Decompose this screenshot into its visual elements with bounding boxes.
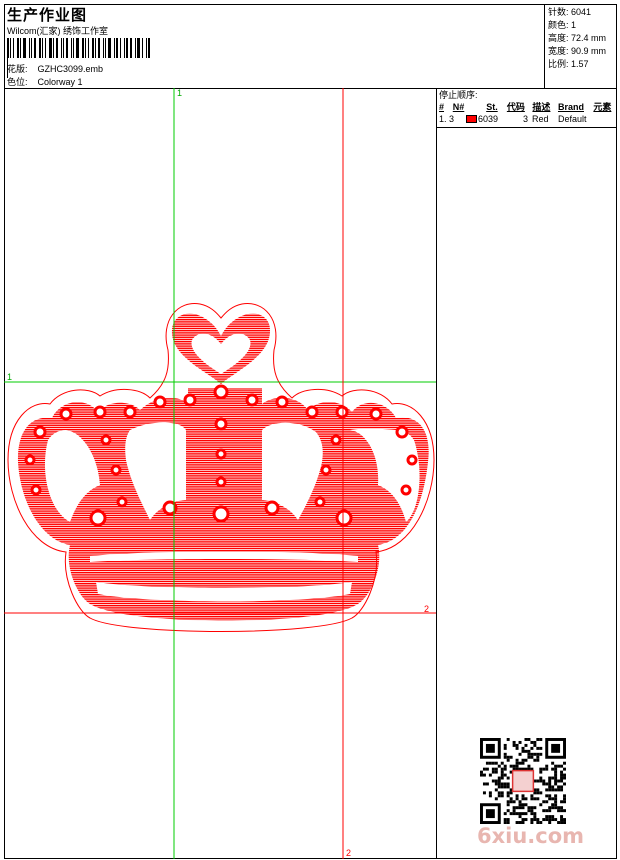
crown-embroidery <box>0 290 440 630</box>
guide-label-bottom: 2 <box>346 848 351 858</box>
guide-label-right: 2 <box>424 604 429 614</box>
guide-label-top: 1 <box>177 88 182 98</box>
qr-code-icon <box>480 738 566 824</box>
watermark: 6xiu.com <box>477 824 585 848</box>
guide-label-left: 1 <box>7 372 12 382</box>
design-canvas: 1 1 2 2 <box>0 88 440 859</box>
